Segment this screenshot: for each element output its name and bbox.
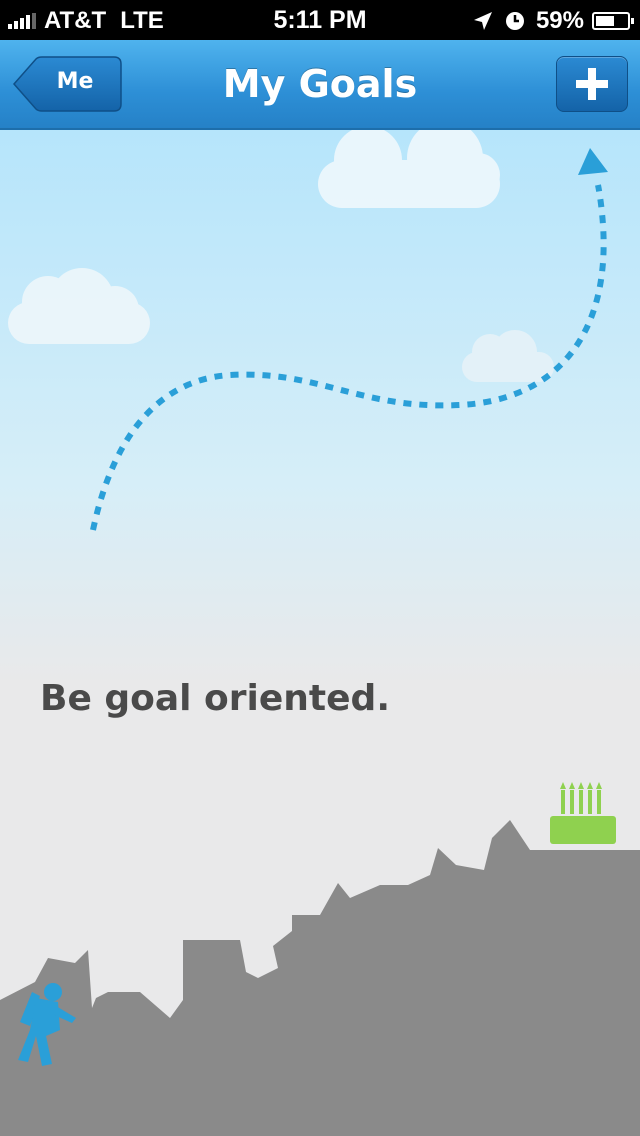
scene-artwork (0, 130, 640, 1136)
cloud-icon (8, 268, 150, 344)
illustration-scene: Be goal oriented. (0, 130, 640, 1136)
nav-bar: Me My Goals (0, 40, 640, 130)
page-title: My Goals (222, 62, 418, 106)
tagline: Be goal oriented. (40, 678, 390, 719)
arrow-head-icon (578, 148, 608, 175)
status-bar: AT&T LTE 5:11 PM 59% (0, 0, 640, 40)
battery-icon (592, 12, 634, 30)
cloud-icon (318, 130, 500, 208)
status-right: 59% (472, 7, 634, 35)
plus-icon (576, 68, 608, 100)
location-arrow-icon (473, 12, 492, 30)
alarm-clock-icon (505, 12, 524, 30)
battery-percent: 59% (535, 7, 584, 34)
battery-fill (596, 16, 614, 26)
birthday-cake-icon (550, 782, 616, 844)
add-goal-button[interactable] (556, 56, 628, 112)
mountain-shape (0, 820, 640, 1136)
cloud-icon (462, 330, 554, 382)
